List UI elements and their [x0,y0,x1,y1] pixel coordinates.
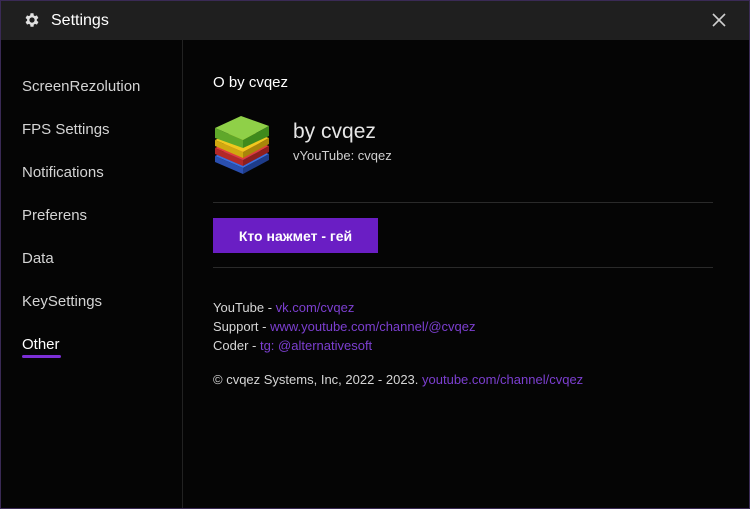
divider-top [213,202,713,203]
youtube-link[interactable]: vk.com/cvqez [276,300,355,315]
sidebar-item-notifications[interactable]: Notifications [22,164,104,181]
sidebar-item-data[interactable]: Data [22,250,54,267]
action-button[interactable]: Кто нажмет - гей [213,218,378,253]
close-icon[interactable] [709,10,729,30]
support-line: Support - www.youtube.com/channel/@cvqez [213,319,476,334]
coder-line: Coder - tg: @alternativesoft [213,338,372,353]
youtube-label: YouTube - [213,300,276,315]
page-title: О by cvqez [213,74,289,91]
sidebar: ScreenRezolution FPS Settings Notificati… [1,40,183,508]
active-tab-indicator [22,355,61,358]
title-bar: Settings [1,1,749,40]
app-subtitle: vYouTube: cvqez [293,148,392,163]
coder-label: Coder - [213,338,260,353]
sidebar-item-key-settings[interactable]: KeySettings [22,293,102,310]
copyright-text: © cvqez Systems, Inc, 2022 - 2023. [213,372,423,387]
sidebar-item-preferences[interactable]: Preferens [22,207,87,224]
support-label: Support - [213,319,271,334]
app-logo-icon [215,116,269,174]
copyright-line: © cvqez Systems, Inc, 2022 - 2023. youtu… [213,372,583,387]
gear-icon [25,13,39,27]
sidebar-item-other[interactable]: Other [22,336,60,353]
divider-bottom [213,267,713,268]
window-title: Settings [51,12,109,29]
sidebar-item-screen-resolution[interactable]: ScreenRezolution [22,78,140,95]
copyright-link[interactable]: youtube.com/channel/cvqez [422,372,583,387]
support-link[interactable]: www.youtube.com/channel/@cvqez [270,319,475,334]
settings-window: Settings ScreenRezolution FPS Settings N… [0,0,750,509]
sidebar-item-fps-settings[interactable]: FPS Settings [22,121,110,138]
youtube-line: YouTube - vk.com/cvqez [213,300,354,315]
coder-link[interactable]: tg: @alternativesoft [260,338,372,353]
content-panel: О by cvqez by cvqez vYouTube: cvqez Кто … [183,40,749,508]
app-name: by cvqez [293,120,376,143]
